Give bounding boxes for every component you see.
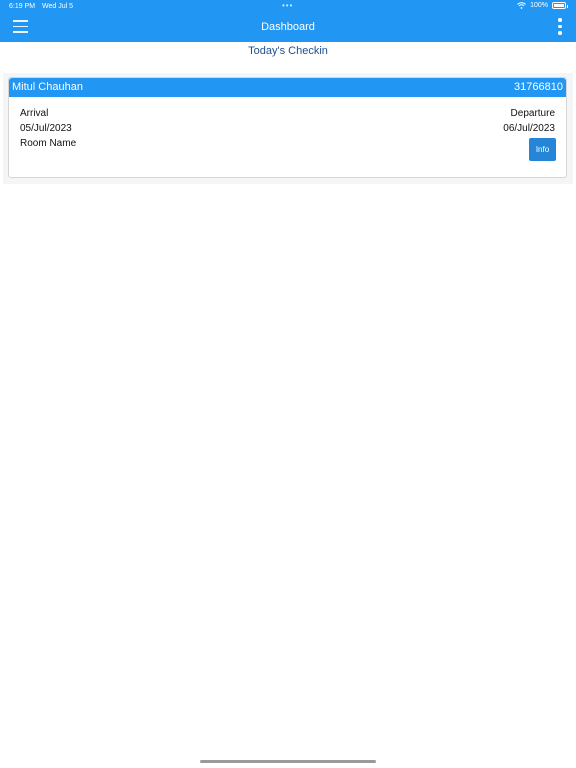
battery-icon	[552, 2, 568, 9]
status-time: 6:19 PM	[9, 3, 36, 10]
card-header: Mitul Chauhan 31766810	[9, 78, 566, 97]
guest-name: Mitul Chauhan	[12, 81, 83, 93]
reservation-number: 31766810	[514, 81, 563, 93]
room-name-label: Room Name	[20, 138, 77, 149]
arrival-date: 05/Jul/2023	[20, 123, 72, 134]
arrival-label: Arrival	[20, 108, 49, 119]
status-date: Wed Jul 5	[42, 3, 73, 10]
more-vertical-icon	[558, 18, 562, 22]
checkin-list: Mitul Chauhan 31766810 Arrival 05/Jul/20…	[3, 73, 573, 184]
top-bar: 6:19 PM Wed Jul 5 ••• 100% Dashboard	[0, 0, 576, 42]
info-button[interactable]: Info	[529, 138, 556, 161]
checkin-card[interactable]: Mitul Chauhan 31766810 Arrival 05/Jul/20…	[8, 77, 567, 178]
more-options-button[interactable]	[556, 18, 564, 36]
multitasking-dots[interactable]: •••	[282, 1, 293, 10]
departure-date: 06/Jul/2023	[503, 123, 555, 134]
status-right: 100%	[517, 2, 568, 9]
battery-percent: 100%	[530, 2, 548, 9]
page-title: Dashboard	[261, 21, 315, 33]
section-title: Today's Checkin	[248, 45, 328, 57]
home-indicator[interactable]	[200, 760, 376, 763]
wifi-icon	[517, 2, 526, 9]
departure-label: Departure	[510, 108, 555, 119]
